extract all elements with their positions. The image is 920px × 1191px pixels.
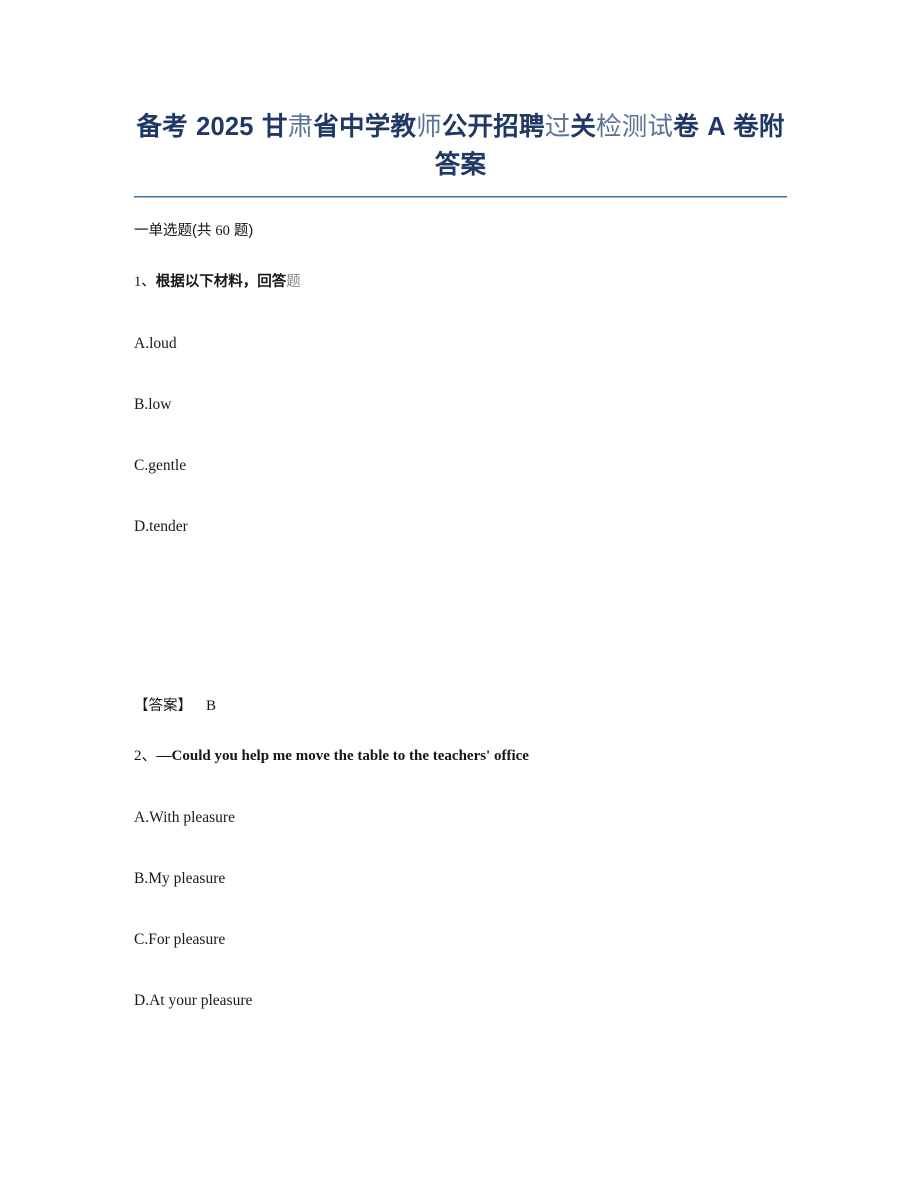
- question-2-option-c[interactable]: C.For pleasure: [134, 889, 787, 950]
- page-content: 备考 2025 甘肃省中学教师公开招聘过关检测试卷 A 卷附答案 一单选题(共 …: [134, 0, 787, 1011]
- question-2-number: 2、: [134, 748, 157, 764]
- title-segment-5: 公开招聘: [441, 113, 545, 141]
- section-heading-suffix: 题): [229, 223, 254, 239]
- question-1-option-d[interactable]: D.tender: [134, 476, 787, 537]
- question-2-option-a[interactable]: A.With pleasure: [134, 767, 787, 828]
- question-2-option-d[interactable]: D.At your pleasure: [134, 950, 787, 1011]
- page-title: 备考 2025 甘肃省中学教师公开招聘过关检测试卷 A 卷附答案: [134, 0, 787, 184]
- question-1-stem-soft: 题: [286, 274, 301, 290]
- question-2-stem-text: —Could you help me move the table to the…: [156, 748, 529, 764]
- title-segment-6: 过: [544, 113, 571, 141]
- question-1-option-b[interactable]: B.low: [134, 354, 787, 415]
- question-1-answer-label: 【答案】: [134, 698, 192, 714]
- title-segment-2: 肃: [287, 113, 314, 141]
- question-1-number: 1、: [134, 274, 156, 290]
- question-2-stem: 2、—Could you help me move the table to t…: [134, 717, 787, 767]
- section-heading-prefix: 一单选题(共: [134, 223, 216, 239]
- section-heading: 一单选题(共 60 题): [134, 198, 787, 242]
- question-1-option-a[interactable]: A.loud: [134, 293, 787, 354]
- title-segment-4: 师: [416, 113, 442, 141]
- title-segment-7: 关: [570, 113, 597, 141]
- document-page: 备考 2025 甘肃省中学教师公开招聘过关检测试卷 A 卷附答案 一单选题(共 …: [0, 0, 920, 1191]
- question-1-material-placeholder: [134, 537, 787, 669]
- question-1-answer-value: B: [206, 698, 217, 714]
- title-segment-8: 检测试: [596, 113, 674, 141]
- title-segment-3: 省中学教: [313, 113, 417, 141]
- question-1-answer: 【答案】 B: [134, 669, 787, 717]
- question-2-option-b[interactable]: B.My pleasure: [134, 828, 787, 889]
- title-segment-1: 备考 2025 甘: [136, 113, 288, 141]
- section-heading-count: 60: [215, 223, 230, 239]
- question-1-stem: 1、根据以下材料，回答题: [134, 242, 787, 293]
- question-1-stem-text: 根据以下材料，回答: [155, 274, 287, 290]
- question-1-option-c[interactable]: C.gentle: [134, 415, 787, 476]
